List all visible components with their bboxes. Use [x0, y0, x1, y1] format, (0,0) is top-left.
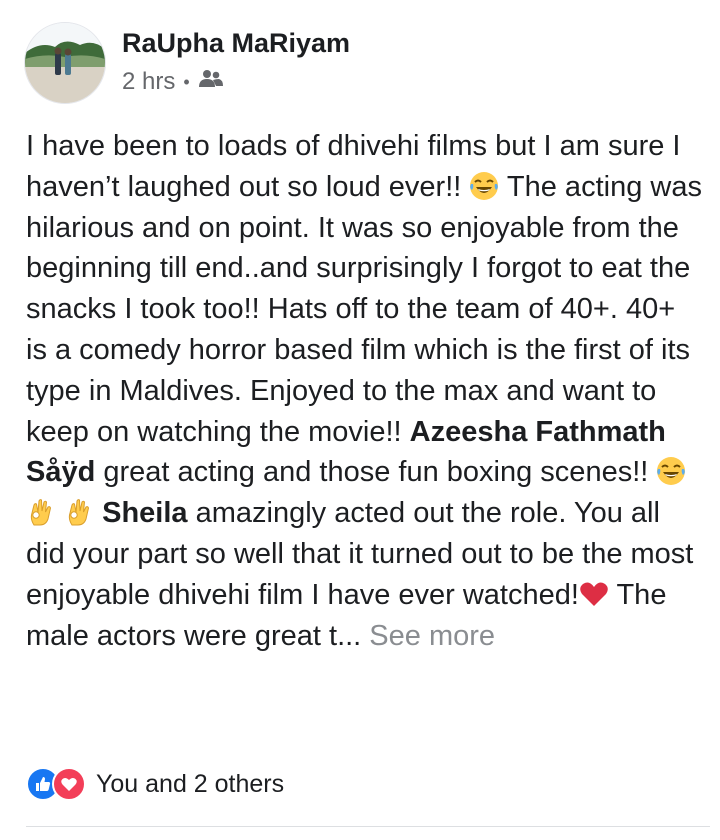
- friends-icon[interactable]: [198, 68, 224, 96]
- red-heart-emoji: [579, 579, 609, 609]
- tagged-user-sheila[interactable]: Sheila: [102, 497, 187, 529]
- post-text-part: [56, 497, 64, 529]
- laughing-tears-emoji: [469, 171, 499, 201]
- reactions-bar[interactable]: You and 2 others: [26, 767, 284, 801]
- author-avatar[interactable]: [24, 22, 106, 104]
- post-text-part: great acting and those fun boxing scenes…: [95, 456, 657, 489]
- laughing-tears-emoji: [656, 456, 686, 486]
- ok-hand-emoji: [26, 497, 56, 527]
- author-name[interactable]: RaUpha MaRiyam: [122, 28, 350, 59]
- meta-separator: •: [183, 71, 190, 92]
- post-text-part: The acting was hilarious and on point. I…: [26, 170, 702, 448]
- post-text: I have been to loads of dhivehi films bu…: [26, 126, 702, 656]
- see-more-link[interactable]: See more: [361, 620, 495, 652]
- ok-hand-emoji: [64, 497, 94, 527]
- divider: [26, 826, 710, 827]
- reaction-summary[interactable]: You and 2 others: [96, 770, 284, 799]
- post-meta: 2 hrs •: [122, 68, 224, 96]
- love-reaction-icon[interactable]: [52, 767, 86, 801]
- post-time[interactable]: 2 hrs: [122, 68, 175, 96]
